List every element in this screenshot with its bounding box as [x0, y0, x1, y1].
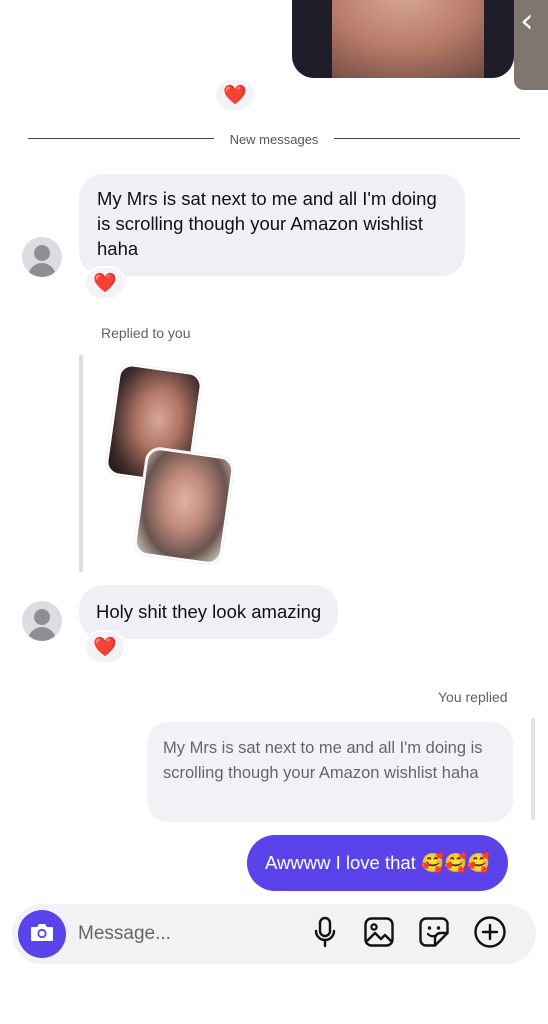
heart-icon: ❤️ [93, 273, 117, 294]
message-bubble-incoming[interactable]: Holy shit they look amazing [79, 585, 339, 639]
camera-icon [29, 921, 55, 948]
camera-button[interactable] [18, 910, 66, 958]
quoted-message[interactable]: My Mrs is sat next to me and all I'm doi… [147, 722, 513, 822]
avatar[interactable] [22, 601, 62, 641]
smiling-face-hearts-emoji: 🥰🥰🥰 [420, 853, 491, 874]
replied-photo-2[interactable] [132, 446, 236, 566]
sticker-icon [418, 916, 450, 953]
message-bubble-outgoing[interactable]: Awwww I love that 🥰🥰🥰 [247, 835, 509, 891]
avatar[interactable] [22, 237, 62, 277]
heart-icon: ❤️ [93, 637, 117, 658]
reply-indicator-bar [531, 718, 535, 820]
message-input[interactable] [78, 918, 288, 950]
replied-to-you-label: Replied to you [101, 325, 191, 341]
more-options-button[interactable] [472, 915, 508, 954]
chevron-left-icon[interactable]: ‹ [520, 4, 534, 38]
new-messages-label: New messages [214, 131, 334, 149]
plus-circle-icon [473, 915, 507, 954]
microphone-icon [313, 916, 337, 953]
message-text: My Mrs is sat next to me and all I'm doi… [97, 188, 437, 259]
message-text: Awwww I love that [265, 852, 416, 873]
heart-reaction[interactable]: ❤️ [84, 266, 126, 300]
shared-photo-top[interactable] [292, 0, 514, 78]
voice-button[interactable] [307, 916, 343, 952]
reply-indicator-bar [79, 355, 83, 572]
gallery-button[interactable] [361, 916, 397, 952]
you-replied-label: You replied [438, 689, 508, 705]
image-icon [363, 916, 395, 953]
quoted-text: My Mrs is sat next to me and all I'm doi… [163, 739, 483, 782]
heart-reaction[interactable]: ❤️ [84, 630, 126, 664]
heart-icon: ❤️ [223, 85, 247, 106]
heart-reaction[interactable]: ❤️ [214, 78, 256, 112]
message-text: Holy shit they look amazing [96, 601, 322, 622]
sticker-button[interactable] [416, 916, 452, 952]
message-bubble-incoming[interactable]: My Mrs is sat next to me and all I'm doi… [79, 174, 465, 276]
